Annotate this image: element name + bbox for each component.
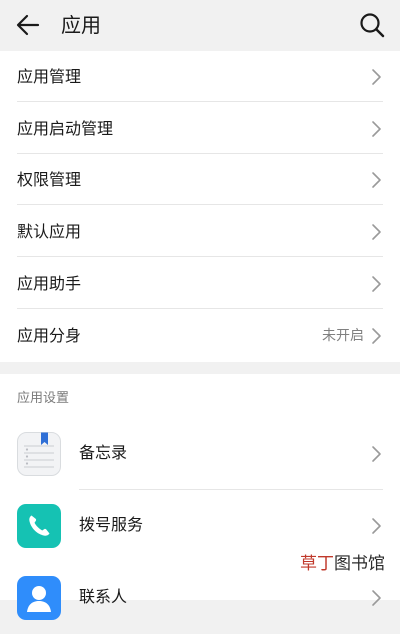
menu-item-default-apps[interactable]: 默认应用 [0, 206, 400, 257]
app-item-notes[interactable]: 备忘录 [0, 418, 400, 490]
chevron-right-icon [372, 518, 381, 534]
menu-item-app-assistant[interactable]: 应用助手 [0, 258, 400, 309]
menu-item-permission-management[interactable]: 权限管理 [0, 154, 400, 205]
page-title: 应用 [61, 13, 101, 37]
divider [17, 204, 383, 205]
chevron-right-icon [372, 276, 381, 292]
app-item-label: 拨号服务 [79, 515, 144, 534]
menu-item-label: 应用启动管理 [17, 119, 114, 138]
divider [17, 101, 383, 102]
chevron-right-icon [372, 172, 381, 188]
menu-item-label: 应用分身 [17, 326, 82, 345]
watermark-part-1: 草丁 [300, 554, 334, 574]
chevron-right-icon [372, 121, 381, 137]
section-title: 应用设置 [17, 391, 70, 406]
app-item-label: 联系人 [79, 587, 128, 606]
chevron-right-icon [372, 328, 381, 344]
menu-item-label: 应用管理 [17, 67, 82, 86]
chevron-right-icon [372, 590, 381, 606]
app-header: 应用 [0, 0, 400, 50]
arrow-left-icon[interactable] [12, 9, 44, 41]
menu-item-app-twin[interactable]: 应用分身 未开启 [0, 310, 400, 361]
menu-item-label: 默认应用 [17, 222, 82, 241]
divider [17, 308, 383, 309]
phone-icon [17, 504, 61, 548]
contacts-icon [17, 576, 61, 620]
notepad-icon [17, 432, 61, 476]
chevron-right-icon [372, 224, 381, 240]
status-value: 未开启 [322, 328, 364, 344]
menu-item-label: 应用助手 [17, 274, 82, 293]
watermark: 草丁图书馆 [300, 552, 385, 576]
chevron-right-icon [372, 446, 381, 462]
chevron-right-icon [372, 69, 381, 85]
divider [17, 256, 383, 257]
app-item-label: 备忘录 [79, 443, 128, 462]
menu-item-app-management[interactable]: 应用管理 [0, 51, 400, 102]
menu-item-app-launch-management[interactable]: 应用启动管理 [0, 103, 400, 154]
menu-item-label: 权限管理 [17, 170, 82, 189]
watermark-part-2: 图书馆 [334, 554, 385, 574]
search-icon[interactable] [356, 9, 388, 41]
app-menu-card: 应用管理 应用启动管理 权限管理 默认应用 应用助手 应用分身 未开启 [0, 51, 400, 362]
